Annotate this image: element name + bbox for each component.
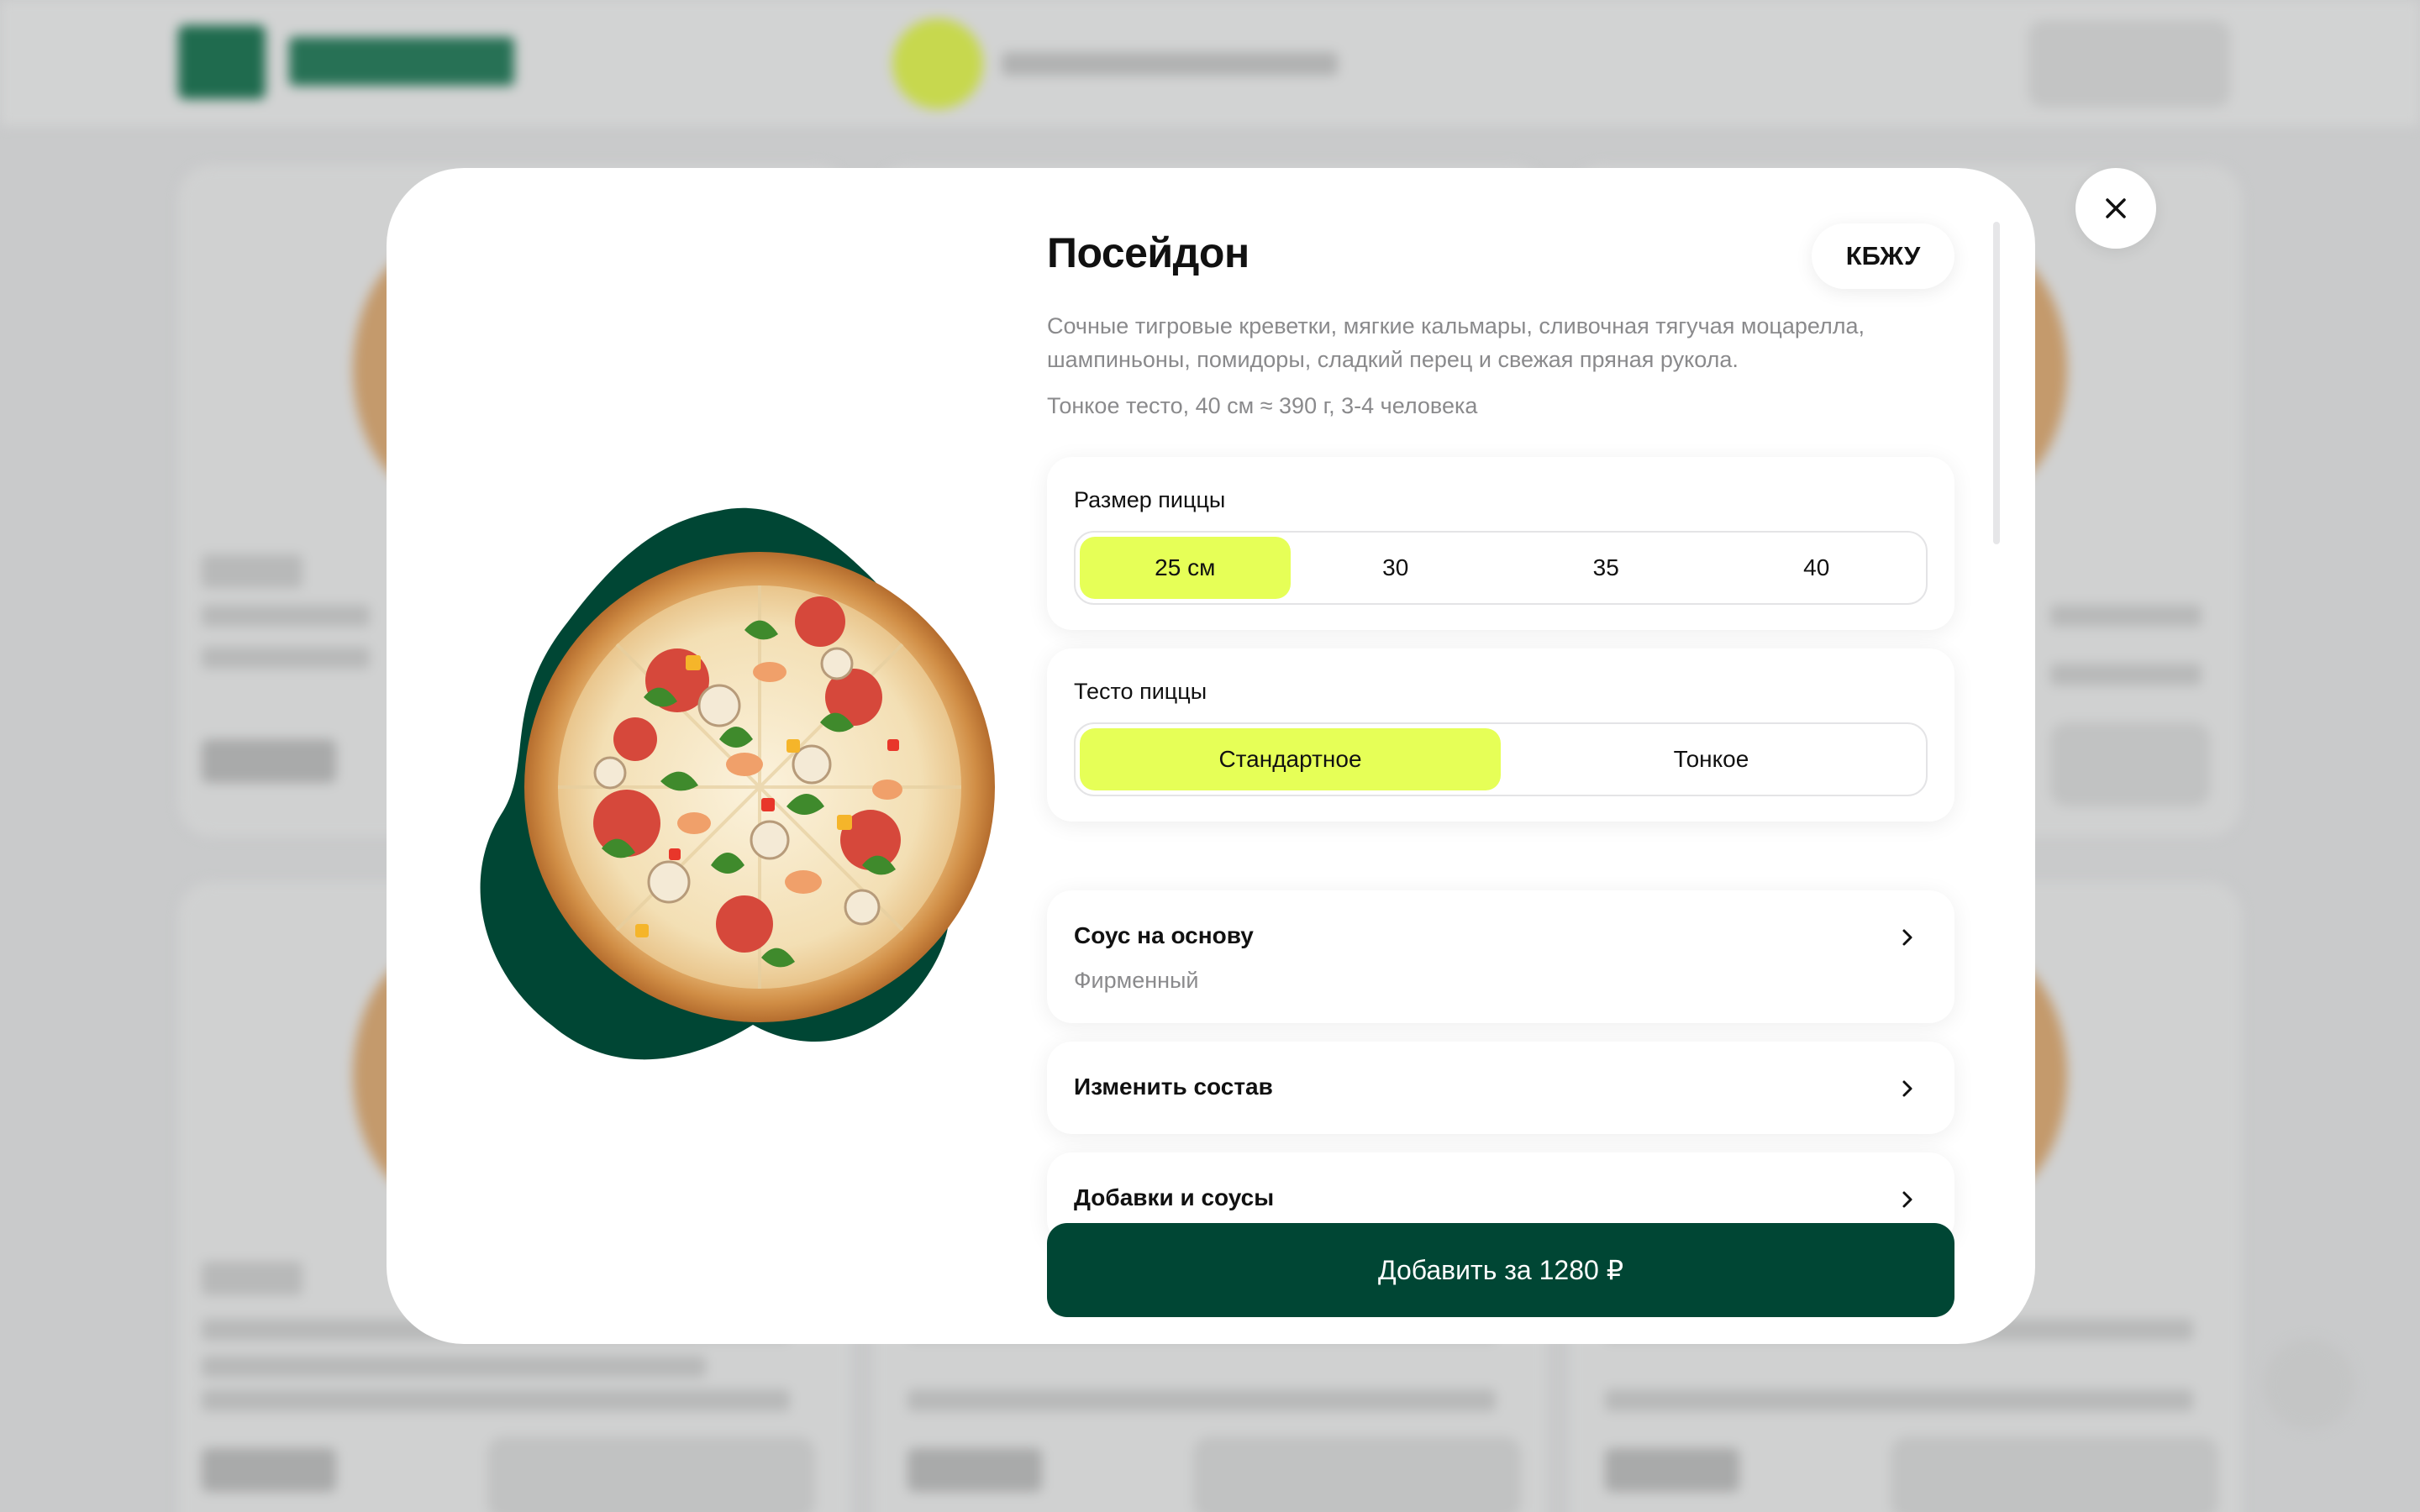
size-selector: 25 см 30 35 40 (1074, 531, 1928, 605)
background-text (202, 1389, 790, 1411)
addons-label: Добавки и соусы (1074, 1184, 1275, 1210)
dough-label: Тесто пиццы (1074, 679, 1207, 704)
size-label: Размер пиццы (1074, 487, 1226, 512)
background-location-icon (892, 18, 983, 109)
background-address-text (1002, 52, 1338, 76)
chevron-right-icon (1902, 929, 1912, 946)
close-icon (2106, 198, 2126, 218)
background-price (908, 1448, 1042, 1492)
background-text (202, 1356, 706, 1378)
sauce-row-label: Соус на основу (1074, 922, 1254, 948)
background-scroll-top-button (2264, 1339, 2354, 1430)
product-description: Сочные тигровые креветки, мягкие кальмар… (1047, 313, 1865, 372)
size-option-25[interactable]: 25 см (1080, 537, 1291, 599)
pizza-illustration (480, 507, 995, 1060)
sauce-row[interactable]: Соус на основу Фирменный (1047, 890, 1954, 1023)
modal-scrollbar[interactable] (1993, 222, 2000, 544)
nutrition-button[interactable]: КБЖУ (1812, 223, 1954, 289)
background-button (1891, 1436, 2218, 1512)
background-text (2050, 664, 2202, 685)
background-logo-icon (178, 25, 266, 99)
pizza-image (467, 487, 1005, 1075)
product-details: Посейдон КБЖУ Сочные тигровые креветки, … (1047, 168, 1971, 1344)
close-button[interactable] (2075, 168, 2156, 249)
add-to-cart-button[interactable]: Добавить за 1280 ₽ (1047, 1223, 1954, 1317)
dough-panel: Тесто пиццы Стандартное Тонкое (1047, 648, 1954, 822)
size-option-30[interactable]: 30 (1291, 537, 1502, 599)
dough-option-standard[interactable]: Стандартное (1080, 728, 1501, 790)
dough-selector: Стандартное Тонкое (1074, 722, 1928, 796)
background-button (2050, 722, 2210, 806)
sauce-row-value: Фирменный (1074, 968, 1199, 993)
background-price (202, 1448, 336, 1492)
background-text (908, 1389, 1496, 1411)
background-button (487, 1436, 815, 1512)
edit-ingredients-row[interactable]: Изменить состав (1047, 1042, 1954, 1134)
chevron-right-icon (1902, 1080, 1912, 1097)
background-title (202, 554, 302, 588)
background-logo-text (289, 37, 514, 86)
chevron-right-icon (1902, 1191, 1912, 1208)
product-title: Посейдон (1047, 229, 1249, 276)
background-text (202, 647, 370, 669)
background-text (1605, 1389, 2193, 1411)
background-price (202, 739, 336, 783)
background-price (1605, 1448, 1739, 1492)
product-modal: Посейдон КБЖУ Сочные тигровые креветки, … (387, 168, 2035, 1344)
background-text (2050, 605, 2202, 627)
background-header-button (2028, 20, 2230, 108)
size-option-35[interactable]: 35 (1501, 537, 1712, 599)
background-title (202, 1262, 302, 1295)
size-option-40[interactable]: 40 (1712, 537, 1923, 599)
background-header (0, 0, 2420, 126)
product-meta: Тонкое тесто, 40 см ≈ 390 г, 3-4 человек… (1047, 393, 1478, 418)
background-text (202, 605, 370, 627)
size-panel: Размер пиццы 25 см 30 35 40 (1047, 457, 1954, 630)
edit-ingredients-label: Изменить состав (1074, 1074, 1273, 1100)
background-button (1193, 1436, 1521, 1512)
dough-option-thin[interactable]: Тонкое (1501, 728, 1922, 790)
